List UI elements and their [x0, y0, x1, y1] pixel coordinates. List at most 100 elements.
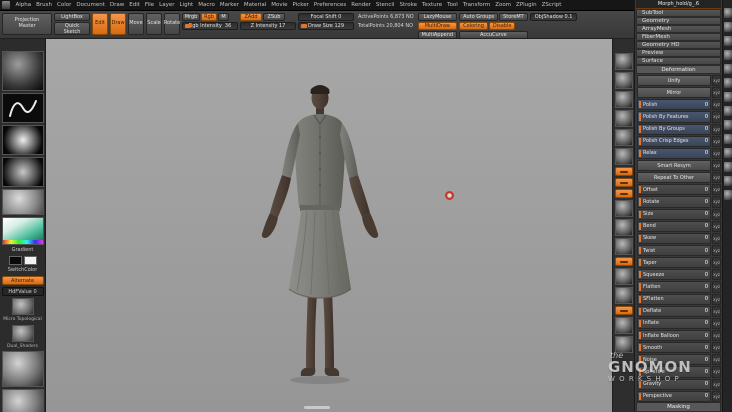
- right-shelf-thumbnail[interactable]: [614, 287, 633, 304]
- auto-groups-button[interactable]: Auto Groups: [459, 13, 499, 21]
- axis-xyz-toggle[interactable]: xyz: [712, 220, 721, 232]
- right-shelf-thumbnail[interactable]: [614, 91, 633, 108]
- material-thumbnail[interactable]: [1, 389, 44, 412]
- right-shelf-thumbnail[interactable]: [614, 129, 633, 146]
- palette-section-fibermesh[interactable]: FiberMesh: [636, 33, 721, 41]
- m-button[interactable]: M: [218, 13, 229, 21]
- axis-xyz-toggle[interactable]: xyz: [712, 269, 721, 281]
- right-shelf-active-button[interactable]: [614, 306, 633, 315]
- disable-button[interactable]: Disable: [488, 22, 516, 30]
- menubar-item-picker[interactable]: Picker: [290, 0, 311, 11]
- deformation-row-relax[interactable]: Relax 0 xyz: [637, 147, 721, 159]
- deformation-slider[interactable]: Size 0: [637, 208, 711, 220]
- axis-xyz-toggle[interactable]: xyz: [712, 172, 721, 184]
- current-alpha-thumbnail[interactable]: [1, 125, 44, 155]
- hue-strip[interactable]: [2, 240, 43, 244]
- canvas-scrollbar[interactable]: [304, 406, 330, 409]
- focal-shift-slider[interactable]: Focal Shift 0: [298, 13, 354, 21]
- edit-button[interactable]: Edit: [92, 13, 108, 35]
- current-texture-thumbnail[interactable]: [1, 189, 44, 215]
- axis-xyz-toggle[interactable]: xyz: [712, 366, 721, 378]
- axis-xyz-toggle[interactable]: xyz: [712, 75, 721, 87]
- deformation-slider[interactable]: Inflate Balloon 0: [637, 329, 711, 342]
- accucurve-button[interactable]: AccuCurve: [459, 31, 528, 38]
- deformation-row-polish-by-groups[interactable]: Polish By Groups 0 xyz: [637, 123, 721, 135]
- lightbox-button[interactable]: LightBox: [54, 13, 90, 21]
- axis-xyz-toggle[interactable]: xyz: [712, 390, 721, 402]
- right-shelf-thumbnail[interactable]: [614, 200, 633, 217]
- menubar-item-preferences[interactable]: Preferences: [311, 0, 348, 11]
- hdfvalue-slider[interactable]: HdFValue 0: [1, 287, 44, 296]
- zadd-button[interactable]: ZAdd: [240, 13, 262, 21]
- axis-xyz-toggle[interactable]: xyz: [712, 244, 721, 257]
- deformation-header[interactable]: Deformation: [636, 65, 721, 74]
- menubar-item-draw[interactable]: Draw: [107, 0, 126, 11]
- deformation-row-mirror[interactable]: Mirror xyz: [637, 87, 721, 99]
- deformation-row-rotate[interactable]: Rotate 0 xyz: [637, 196, 721, 208]
- deformation-row-taper[interactable]: Taper 0 xyz: [637, 257, 721, 269]
- right-shelf-thumbnail[interactable]: [614, 268, 633, 285]
- palette-section-preview[interactable]: Preview: [636, 49, 721, 57]
- z-intensity-slider[interactable]: Z Intensity 17: [240, 22, 296, 30]
- menubar-item-edit[interactable]: Edit: [127, 0, 143, 11]
- mrgb-button[interactable]: Mrgb: [182, 13, 200, 21]
- deformation-row-flatten[interactable]: Flatten 0 xyz: [637, 281, 721, 293]
- deformation-row-polish-crisp-edges[interactable]: Polish Crisp Edges 0 xyz: [637, 135, 721, 147]
- deformation-row-inflate[interactable]: Inflate 0 xyz: [637, 317, 721, 329]
- deformation-row-perspective[interactable]: Perspective 0 xyz: [637, 390, 721, 402]
- menubar-item-movie[interactable]: Movie: [269, 0, 290, 11]
- axis-xyz-toggle[interactable]: xyz: [712, 317, 721, 329]
- menubar-item-light[interactable]: Light: [177, 0, 196, 11]
- right-shelf-active-button[interactable]: [614, 167, 633, 176]
- axis-xyz-toggle[interactable]: xyz: [712, 232, 721, 244]
- axis-xyz-toggle[interactable]: xyz: [712, 135, 721, 147]
- palette-section-subtool[interactable]: SubTool: [636, 9, 721, 17]
- right-shelf-thumbnail[interactable]: [614, 53, 633, 70]
- deformation-row-twist[interactable]: Twist 0 xyz: [637, 244, 721, 257]
- masking-header[interactable]: Masking: [636, 402, 721, 412]
- sculpt-model[interactable]: [245, 79, 395, 389]
- tray-mini-thumbnail[interactable]: [723, 106, 732, 116]
- deformation-button[interactable]: Smart Resym: [637, 159, 711, 172]
- right-shelf-thumbnail[interactable]: [614, 72, 633, 89]
- deformation-slider[interactable]: Offset 0: [637, 184, 711, 196]
- menubar-item-stencil[interactable]: Stencil: [373, 0, 397, 11]
- store-mt-button[interactable]: StoreMT: [499, 13, 528, 21]
- menubar-item-marker[interactable]: Marker: [217, 0, 241, 11]
- deformation-row-smart-resym[interactable]: Smart Resym xyz: [637, 159, 721, 172]
- menubar-item-macro[interactable]: Macro: [196, 0, 218, 11]
- deformation-slider[interactable]: Polish By Features 0: [637, 111, 711, 123]
- axis-xyz-toggle[interactable]: xyz: [712, 329, 721, 342]
- axis-xyz-toggle[interactable]: xyz: [712, 305, 721, 317]
- axis-xyz-toggle[interactable]: xyz: [712, 196, 721, 208]
- right-shelf-thumbnail[interactable]: [614, 219, 633, 236]
- multidraw-button[interactable]: MultiDraw: [417, 22, 458, 30]
- deformation-row-offset[interactable]: Offset 0 xyz: [637, 184, 721, 196]
- deformation-row-skew[interactable]: Skew 0 xyz: [637, 232, 721, 244]
- current-material-thumbnail[interactable]: [1, 351, 44, 387]
- deformation-slider[interactable]: Deflate 0: [637, 305, 711, 317]
- tray-mini-thumbnail[interactable]: [723, 148, 732, 158]
- right-shelf-thumbnail[interactable]: [614, 110, 633, 127]
- axis-xyz-toggle[interactable]: xyz: [712, 257, 721, 269]
- menubar-item-zscript[interactable]: ZScript: [539, 0, 564, 11]
- right-shelf-thumbnail[interactable]: [614, 238, 633, 255]
- palette-section-geometry[interactable]: Geometry: [636, 17, 721, 25]
- deformation-row-unify[interactable]: Unify xyz: [637, 75, 721, 87]
- deformation-slider[interactable]: Bend 0: [637, 220, 711, 232]
- scale-button[interactable]: Scale: [146, 13, 162, 35]
- tray-mini-thumbnail[interactable]: [723, 134, 732, 144]
- right-shelf-active-button[interactable]: [614, 189, 633, 198]
- menubar-item-transform[interactable]: Transform: [460, 0, 492, 11]
- main-color-swatch[interactable]: [8, 256, 22, 265]
- axis-xyz-toggle[interactable]: xyz: [712, 208, 721, 220]
- deformation-row-deflate[interactable]: Deflate 0 xyz: [637, 305, 721, 317]
- quick-sketch-button[interactable]: Quick Sketch: [54, 22, 90, 35]
- tray-mini-thumbnail[interactable]: [723, 120, 732, 130]
- deformation-slider[interactable]: Rotate 0: [637, 196, 711, 208]
- deformation-slider[interactable]: Inflate 0: [637, 317, 711, 329]
- coloring-button[interactable]: Coloring: [459, 22, 488, 30]
- menubar-item-tool[interactable]: Tool: [445, 0, 461, 11]
- deformation-slider[interactable]: Squeeze 0: [637, 269, 711, 281]
- tray-mini-thumbnail[interactable]: [723, 176, 732, 186]
